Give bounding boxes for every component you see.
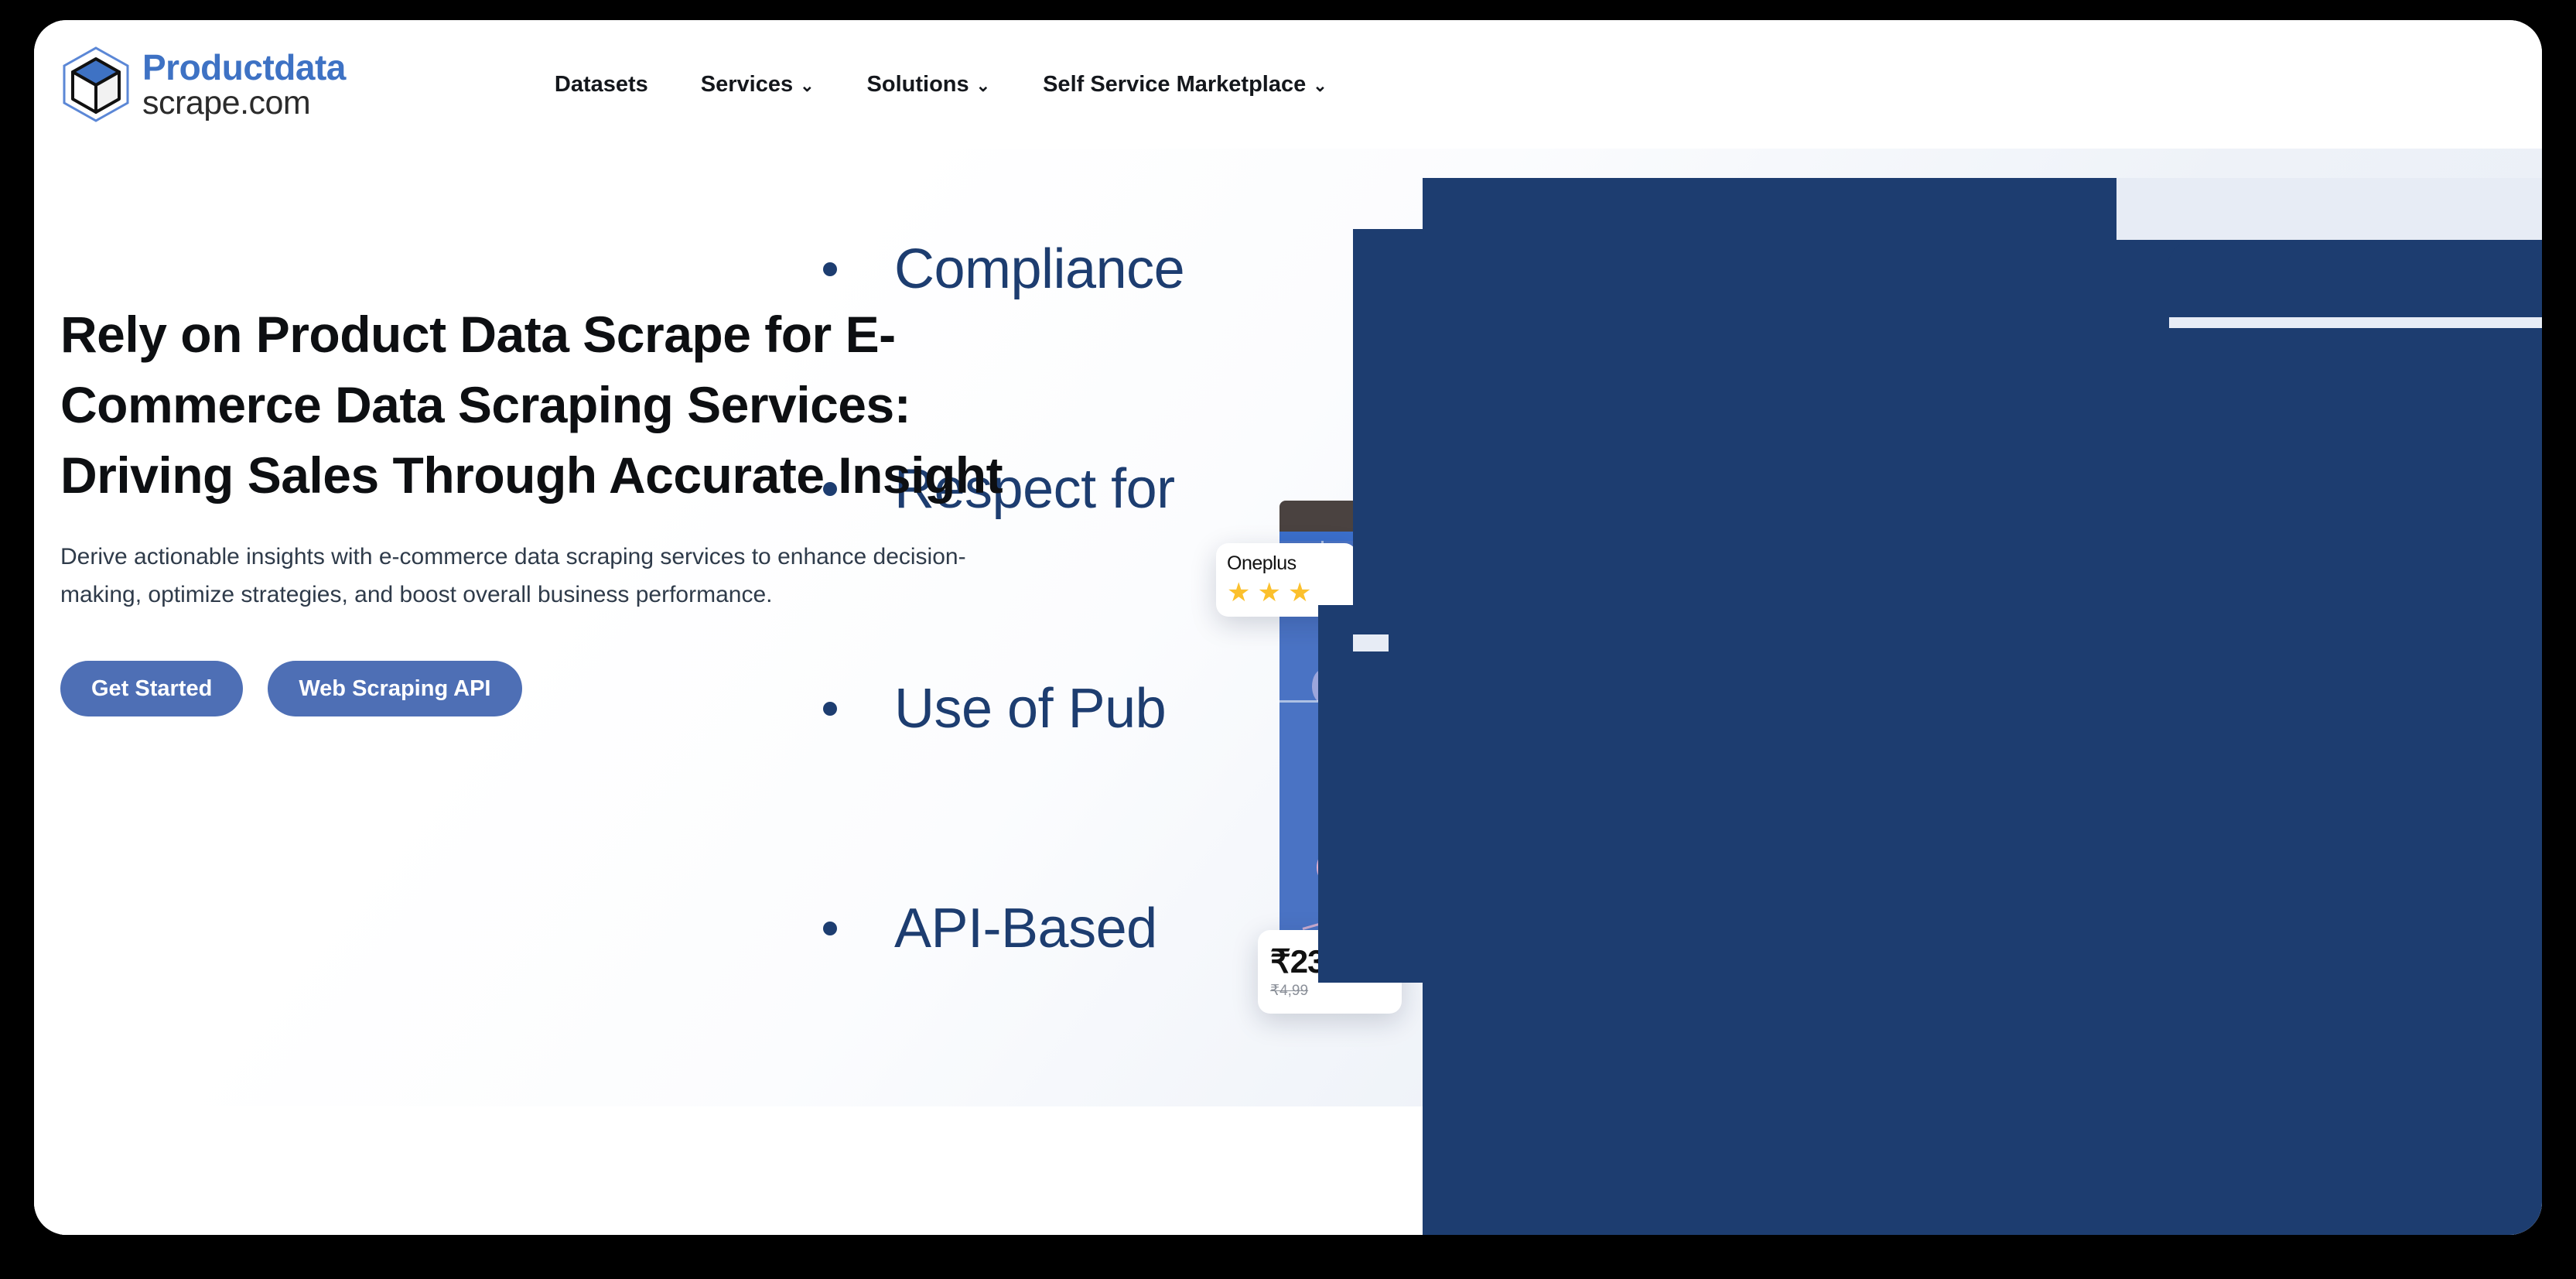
nav-item-label: Datasets <box>554 71 648 97</box>
benefit-label: API-Based <box>894 898 1157 959</box>
benefit-label: Compliance <box>894 238 1185 300</box>
nav-item-datasets[interactable]: Datasets <box>555 72 648 97</box>
product-brand-label: Oneplus <box>1227 552 1297 574</box>
brand-name-secondary: scrape.com <box>142 84 311 121</box>
star-icon: ★ <box>1287 578 1312 607</box>
main-navigation: Datasets Services ⌄ Solutions ⌄ Self Ser… <box>555 72 1327 97</box>
hero-cta-group: Get Started Web Scraping API <box>60 661 1058 717</box>
web-scraping-api-button[interactable]: Web Scraping API <box>268 661 522 717</box>
hero-bottom-strip <box>34 1106 1423 1235</box>
hero-section: Compliance Respect for Use of Pub API-Ba… <box>34 149 2542 1235</box>
page-shell: Productdata scrape.com Datasets Services… <box>34 20 2542 1235</box>
navy-panel-mid-stub <box>1318 605 1433 983</box>
chevron-down-icon: ⌄ <box>800 76 815 95</box>
bullet-icon <box>823 922 837 935</box>
chevron-down-icon: ⌄ <box>1313 76 1327 95</box>
bullet-icon <box>823 262 837 276</box>
nav-item-label: Solutions <box>866 71 969 97</box>
get-started-button[interactable]: Get Started <box>60 661 244 717</box>
brand-logo-link[interactable]: Productdata scrape.com <box>60 46 346 123</box>
navy-panel-card-gap <box>2169 317 2542 328</box>
brand-wordmark: Productdata scrape.com <box>142 50 346 120</box>
brand-name-primary: Productdata <box>142 46 346 87</box>
price-original: ₹4,99 <box>1270 983 1309 999</box>
hero-copy-block: Rely on Product Data Scrape for E-Commer… <box>60 299 1058 717</box>
nav-item-solutions[interactable]: Solutions ⌄ <box>867 72 991 97</box>
site-header: Productdata scrape.com Datasets Services… <box>34 20 2542 149</box>
chevron-down-icon: ⌄ <box>975 76 991 95</box>
hero-subtitle: Derive actionable insights with e-commer… <box>60 544 966 608</box>
navy-panel-top-notch <box>2116 178 2542 240</box>
page-title: Rely on Product Data Scrape for E-Commer… <box>60 306 1003 504</box>
star-icon: ★ <box>1257 578 1281 607</box>
navy-panel-left-stub <box>1353 229 1427 634</box>
navy-panel-rounded-card <box>2168 240 2542 317</box>
nav-item-label: Self Service Marketplace <box>1043 71 1307 97</box>
star-icon: ★ <box>1227 578 1251 607</box>
nav-item-label: Services <box>700 71 794 97</box>
navy-panel-left-gutter <box>1353 634 1389 651</box>
rating-stars: ★ ★ ★ <box>1227 580 1346 606</box>
nav-item-services[interactable]: Services ⌄ <box>701 72 815 97</box>
cube-hexagon-logo-icon <box>60 46 132 123</box>
nav-item-self-service-marketplace[interactable]: Self Service Marketplace ⌄ <box>1043 72 1327 97</box>
navy-panel-main <box>1423 178 2542 1235</box>
